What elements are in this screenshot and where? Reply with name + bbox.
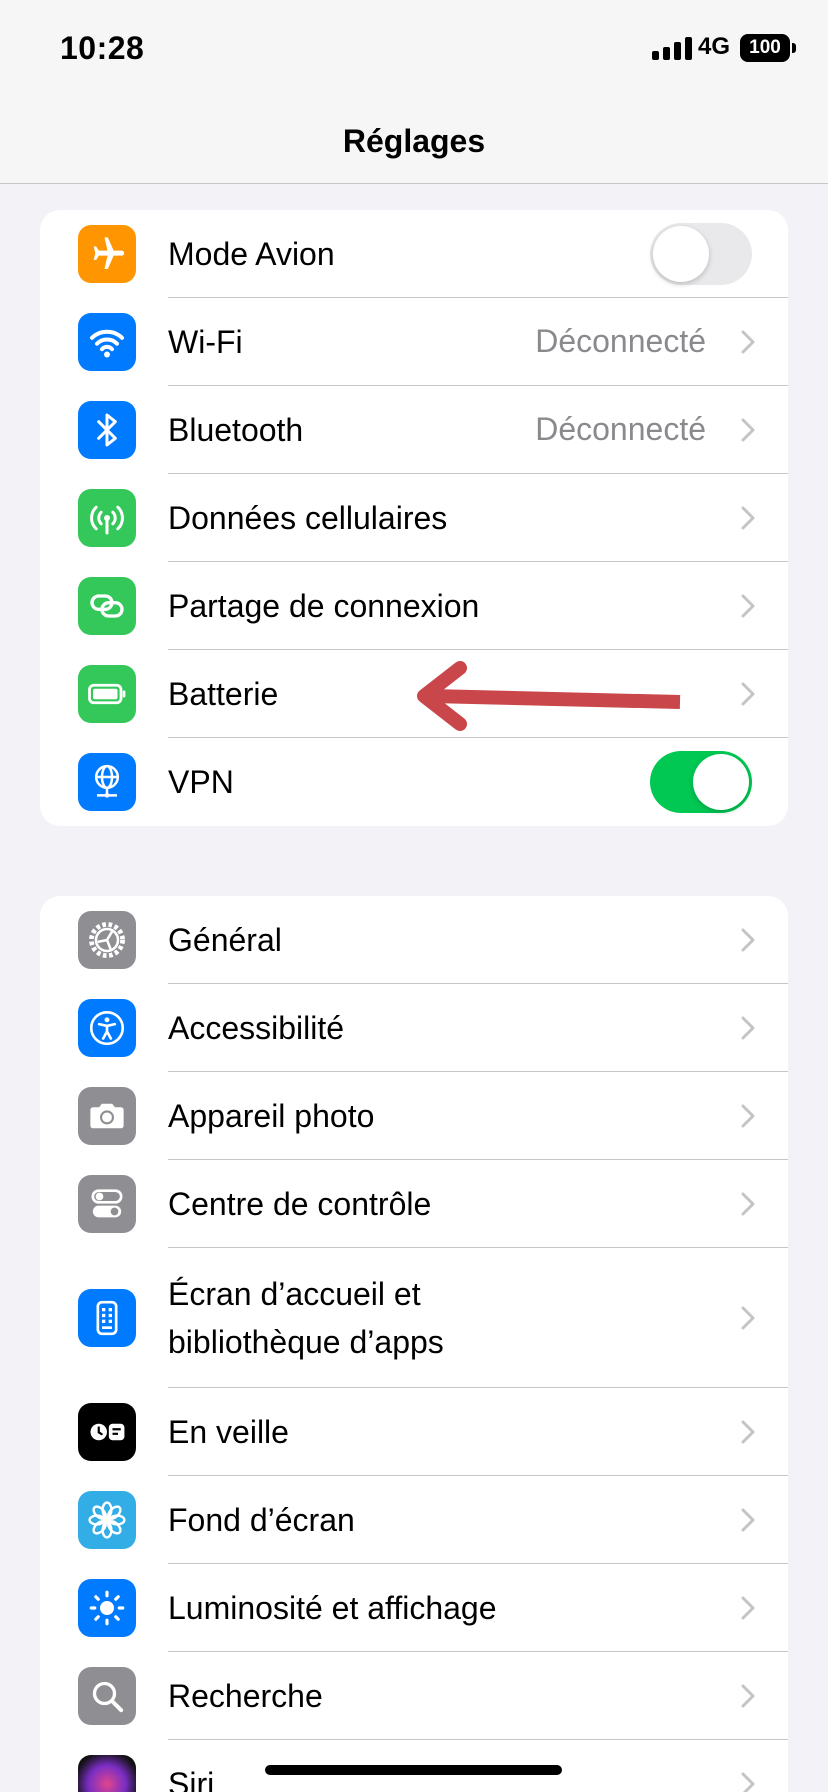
settings-row-control-center[interactable]: Centre de contrôle — [40, 1160, 788, 1248]
battery-level: 100 — [740, 34, 790, 62]
settings-row-bluetooth[interactable]: Bluetooth Déconnecté — [40, 386, 788, 474]
settings-row-accessibility[interactable]: Accessibilité — [40, 984, 788, 1072]
chevron-right-icon — [728, 681, 768, 707]
chevron-right-icon — [728, 927, 768, 953]
row-label: Accessibilité — [168, 1009, 345, 1046]
settings-row-home-screen[interactable]: Écran d’accueil et bibliothèque d’apps — [40, 1248, 788, 1388]
row-label: Luminosité et affichage — [168, 1589, 497, 1626]
row-label: Général — [168, 921, 282, 958]
row-label: VPN — [168, 764, 234, 800]
chevron-right-icon — [728, 505, 768, 531]
camera-icon — [78, 1087, 136, 1145]
settings-row-airplane[interactable]: Mode Avion — [40, 210, 788, 298]
row-label: En veille — [168, 1413, 289, 1450]
chevron-right-icon — [728, 1595, 768, 1621]
settings-row-wallpaper[interactable]: Fond d’écran — [40, 1476, 788, 1564]
phone-grid-icon — [78, 1289, 136, 1347]
row-label: Appareil photo — [168, 1097, 375, 1134]
battery-icon — [78, 665, 136, 723]
settings-row-vpn[interactable]: VPN — [40, 738, 788, 826]
chevron-right-icon — [728, 1507, 768, 1533]
chevron-right-icon — [728, 1015, 768, 1041]
vpn-toggle[interactable] — [650, 751, 752, 813]
chevron-right-icon — [728, 1103, 768, 1129]
settings-row-search[interactable]: Recherche — [40, 1652, 788, 1740]
row-label: Recherche — [168, 1677, 323, 1714]
accessibility-icon — [78, 999, 136, 1057]
row-label: Mode Avion — [168, 235, 335, 272]
siri-icon — [78, 1755, 136, 1792]
airplane-mode-toggle[interactable] — [650, 222, 752, 285]
globe-network-icon — [78, 753, 136, 811]
status-bar: 10:28 4G 100 — [0, 0, 828, 100]
row-label: Écran d’accueil et bibliothèque d’apps — [168, 1275, 444, 1360]
settings-row-camera[interactable]: Appareil photo — [40, 1072, 788, 1160]
battery-tip-icon — [792, 43, 796, 53]
standby-icon — [78, 1403, 136, 1461]
antenna-icon — [78, 489, 136, 547]
chevron-right-icon — [728, 1191, 768, 1217]
settings-row-general[interactable]: Général — [40, 896, 788, 984]
chevron-right-icon — [728, 1305, 768, 1331]
bluetooth-icon — [78, 401, 136, 459]
wifi-status: Déconnecté — [535, 323, 706, 359]
settings-row-standby[interactable]: En veille — [40, 1388, 788, 1476]
settings-row-hotspot[interactable]: Partage de connexion — [40, 562, 788, 650]
magnifier-icon — [78, 1667, 136, 1725]
navigation-bar: Réglages — [0, 100, 828, 184]
switches-icon — [78, 1175, 136, 1233]
annotation-arrow-icon — [417, 661, 681, 731]
network-type: 4G — [698, 33, 731, 60]
gear-icon — [78, 911, 136, 969]
row-label: Partage de connexion — [168, 587, 480, 624]
sun-icon — [78, 1579, 136, 1637]
row-label: Bluetooth — [168, 411, 304, 448]
wifi-icon — [78, 313, 136, 371]
chevron-right-icon — [728, 329, 768, 355]
flower-icon — [78, 1491, 136, 1549]
row-label: Centre de contrôle — [168, 1185, 432, 1222]
page-title: Réglages — [342, 123, 486, 159]
row-label: Fond d’écran — [168, 1501, 355, 1538]
chevron-right-icon — [728, 1683, 768, 1709]
row-label: Données cellulaires — [168, 499, 448, 536]
settings-row-wifi[interactable]: Wi-Fi Déconnecté — [40, 298, 788, 386]
chevron-right-icon — [728, 417, 768, 443]
cellular-signal-icon — [652, 36, 692, 60]
chevron-right-icon — [728, 593, 768, 619]
airplane-icon — [78, 225, 136, 283]
status-time: 10:28 — [60, 30, 145, 66]
settings-row-cellular[interactable]: Données cellulaires — [40, 474, 788, 562]
general-group: Général Accessibilité Appareil photo Cen… — [40, 896, 788, 1792]
chevron-right-icon — [728, 1419, 768, 1445]
link-icon — [78, 577, 136, 635]
bluetooth-status: Déconnecté — [535, 411, 706, 447]
row-label: Wi-Fi — [168, 323, 243, 360]
chevron-right-icon — [728, 1771, 768, 1792]
home-indicator[interactable] — [265, 1765, 562, 1775]
settings-row-display[interactable]: Luminosité et affichage — [40, 1564, 788, 1652]
